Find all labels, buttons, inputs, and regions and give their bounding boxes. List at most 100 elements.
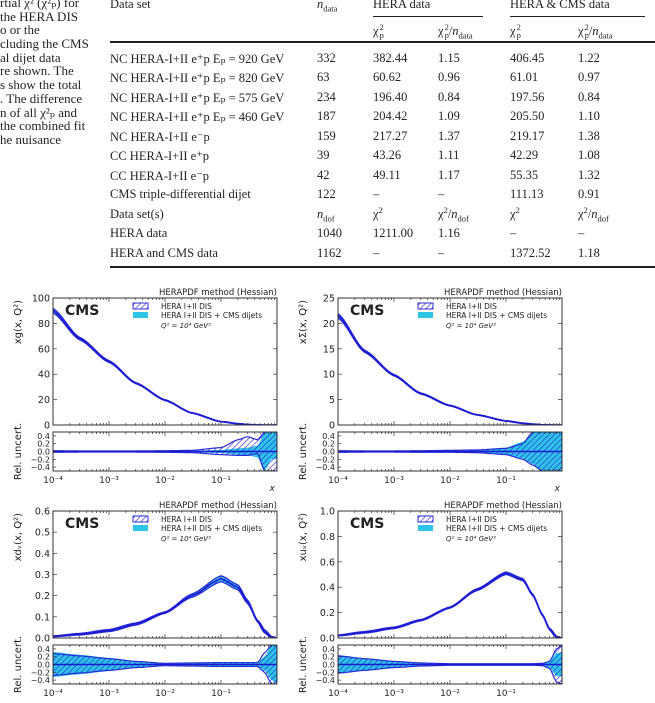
ratio-y-tick-label: 0.0	[37, 661, 50, 670]
legend-label: HERA I+II DIS + CMS dijets	[446, 524, 547, 533]
y-tick-label: 0.2	[320, 608, 335, 619]
cell-label: NC HERA-I+II e⁺p Eₚ = 820 GeV	[110, 71, 285, 85]
cell-cms-ratio: 1.22	[578, 51, 600, 65]
cell-cms-ratio: 0.84	[578, 90, 600, 104]
x-tick-label: 10⁻⁴	[328, 476, 348, 486]
y-tick-label: 20	[323, 319, 335, 330]
header-chi2p-per-ndata: χ 2 p/ndata	[578, 22, 613, 41]
text-line: he nuisance	[0, 131, 62, 147]
legend-swatch-hera-cms-dijets	[418, 525, 433, 531]
legend-label: HERA I+II DIS + CMS dijets	[446, 311, 547, 320]
legend-label: HERA I+II DIS + CMS dijets	[161, 311, 262, 320]
header-chi2p: χ2p	[510, 22, 521, 41]
cell-cms-ratio: 1.08	[578, 148, 600, 162]
cell-n: 39	[317, 148, 330, 162]
table-row: NC HERA-I+II e⁺p Eₚ = 460 GeV 187 204.42 1.…	[110, 109, 655, 125]
cell-label: HERA and CMS data	[110, 246, 218, 260]
table-total-row: HERA and CMS data 1162 – – 1372.52 1.18	[110, 246, 655, 262]
header-chi2: χ2	[510, 204, 520, 221]
q2-annotation: Q² = 10⁴ GeV²	[446, 322, 496, 330]
cell-n: 42	[317, 168, 330, 182]
text-line: . The difference	[0, 90, 83, 106]
y-tick-label: 80	[38, 319, 50, 330]
legend-swatch-hera-cms-dijets	[418, 312, 433, 318]
y-tick-label: 0	[329, 421, 335, 432]
ratio-axis-label: Rel. uncert.	[298, 423, 309, 480]
text-line: al dijet data	[0, 49, 61, 65]
table-total-row: HERA data 1040 1211.00 1.16 – –	[110, 226, 655, 242]
ratio-y-tick-label: −0.2	[316, 455, 335, 464]
q2-annotation: Q² = 10⁴ GeV²	[446, 535, 496, 543]
cell-hera-ratio: –	[438, 246, 445, 260]
cell-hera-ratio: 0.96	[438, 70, 460, 84]
band-hera-cms-dijets	[338, 571, 562, 638]
header-chi2p-per-ndata: χ 2 p/ndata	[438, 22, 473, 41]
ratio-y-tick-label: −0.2	[31, 668, 50, 677]
legend-label: HERA I+II DIS	[161, 515, 212, 524]
legend-label: HERA I+II DIS	[446, 515, 497, 524]
header-ndata: ndata	[317, 0, 338, 14]
ratio-y-tick-label: 0.2	[322, 653, 335, 662]
y-tick-label: 0.0	[320, 634, 335, 645]
header-data-set: Data set	[110, 0, 151, 11]
cell-label: NC HERA-I+II e⁻p	[110, 130, 210, 144]
cell-label: CC HERA-I+II e⁺p	[110, 149, 210, 163]
ratio-y-tick-label: −0.2	[31, 455, 50, 464]
header-ndof: ndof	[317, 207, 335, 224]
text-line: the combined fit	[0, 118, 86, 134]
y-tick-label: 5	[329, 395, 335, 406]
y-tick-label: 20	[38, 395, 50, 406]
x-tick-label: 10⁻¹	[496, 476, 516, 486]
cell-hera-ratio: 1.17	[438, 168, 460, 182]
legend-label: HERA I+II DIS	[161, 302, 212, 311]
cms-logo: CMS	[65, 303, 99, 319]
cell-hera-chi2: –	[373, 246, 380, 260]
ratio-y-tick-label: 0.4	[322, 645, 335, 654]
central-line	[53, 577, 277, 638]
ratio-y-tick-label: −0.4	[31, 676, 50, 685]
cell-cms-ratio: 1.38	[578, 129, 600, 143]
y-tick-label: 0.3	[35, 570, 50, 581]
y-tick-label: 0.4	[320, 583, 335, 594]
q2-annotation: Q² = 10⁴ GeV²	[161, 322, 211, 330]
x-tick-label: 10⁻¹	[211, 476, 231, 486]
central-line	[338, 572, 562, 638]
chart-title: HERAPDF method (Hessian)	[444, 501, 562, 511]
chart-title: HERAPDF method (Hessian)	[159, 501, 277, 511]
legend-swatch-hera-dis	[417, 515, 434, 523]
cell-n: 187	[317, 109, 336, 123]
x-tick-label: 10⁻³	[99, 689, 119, 699]
cell-cms-chi2: 55.35	[510, 168, 539, 182]
chart-title: HERAPDF method (Hessian)	[444, 288, 562, 298]
legend-swatch-hera-dis	[132, 515, 149, 523]
cell-hera-chi2: 43.26	[373, 148, 402, 162]
y-tick-label: 25	[323, 294, 335, 305]
table-row: CC HERA-I+II e⁻p 42 49.11 1.17 55.35 1.32	[110, 168, 655, 184]
cms-logo: CMS	[65, 516, 99, 532]
table-row: NC HERA-I+II e⁻p 159 217.27 1.37 219.17 1.38	[110, 129, 655, 145]
header-hera-data: HERA data	[373, 0, 431, 11]
x-tick-label: 10⁻²	[440, 476, 460, 486]
cell-cms-ratio: 1.10	[578, 109, 600, 123]
cell-hera-chi2: 196.40	[373, 90, 408, 104]
cell-cms-chi2: 1372.52	[510, 246, 551, 260]
band-hera-cms-dijets	[53, 575, 277, 638]
cell-hera-ratio: 1.16	[438, 226, 460, 240]
y-tick-label: 0.4	[35, 549, 50, 560]
header-underline	[373, 16, 483, 17]
x-tick-label: 10⁻²	[440, 689, 460, 699]
y-tick-label: 0.6	[35, 507, 50, 518]
cell-cms-ratio: 1.18	[578, 246, 600, 260]
y-axis-label: xuᵥ(x, Q²)	[298, 513, 309, 561]
cell-n: 122	[317, 187, 336, 201]
cell-cms-chi2: 61.01	[510, 70, 539, 84]
ratio-y-tick-label: 0.0	[37, 448, 50, 457]
y-tick-label: 0.8	[320, 532, 335, 543]
x-axis-label: x	[554, 484, 561, 494]
y-tick-label: 60	[38, 344, 50, 355]
table-totals-header-row: Data set(s) ndof χ2 χ2/ndof χ2 χ2/ndof	[110, 204, 655, 224]
legend-label: HERA I+II DIS	[446, 302, 497, 311]
chart-gluon: 10⁻⁴ 10⁻³ 10⁻² 10⁻¹ x 0 20 40 60 80 100 −0.4−0.20.0…	[13, 288, 278, 494]
cms-logo: CMS	[350, 303, 384, 319]
cell-label: NC HERA-I+II e⁺p Eₚ = 575 GeV	[110, 91, 285, 105]
